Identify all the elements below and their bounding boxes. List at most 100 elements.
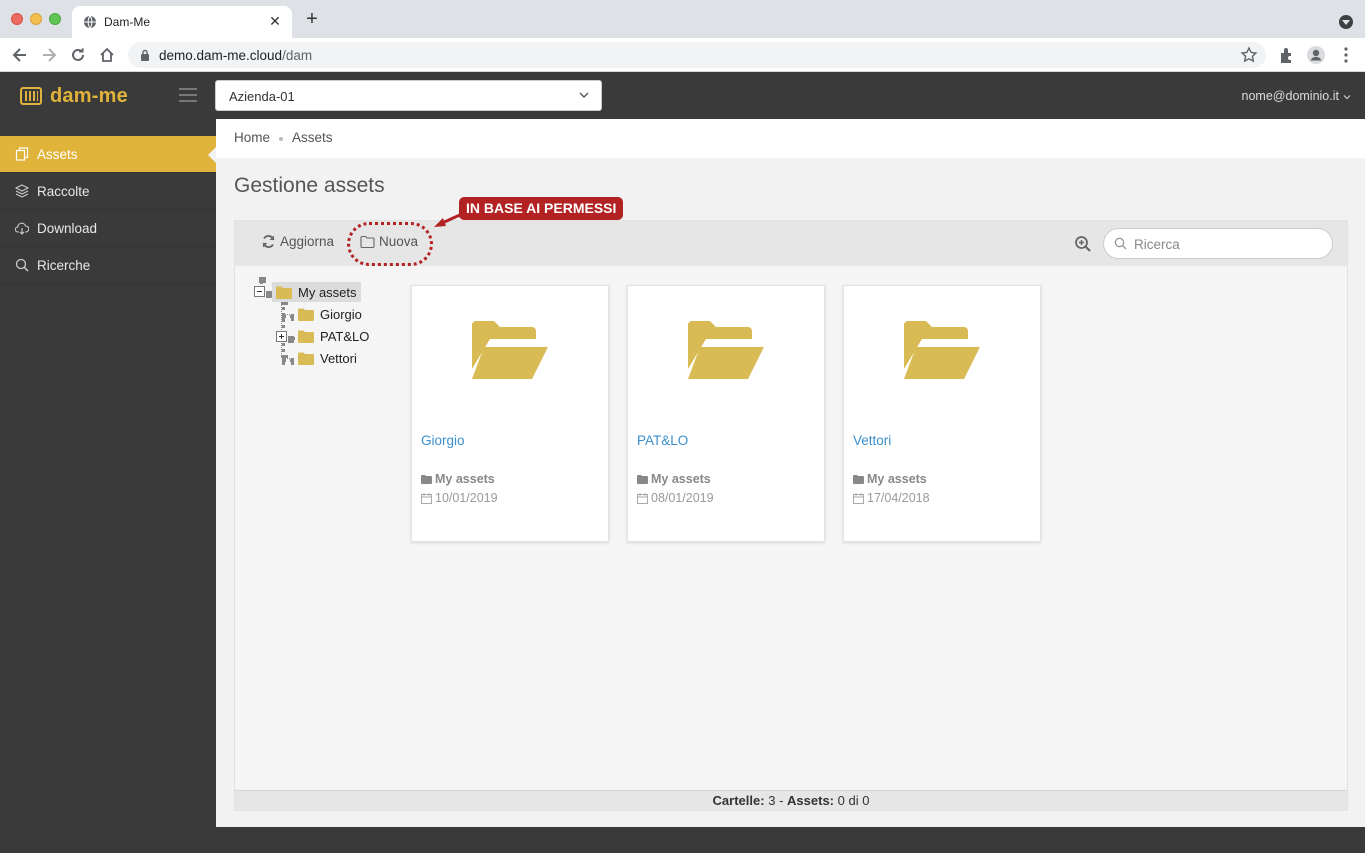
sidebar-item-ricerche[interactable]: Ricerche xyxy=(0,247,216,284)
home-icon[interactable] xyxy=(97,45,117,65)
calendar-icon xyxy=(421,492,432,504)
tree-connector xyxy=(259,277,263,283)
refresh-button[interactable]: Aggiorna xyxy=(261,234,334,249)
browser-toolbar: demo.dam-me.cloud/dam xyxy=(0,38,1365,72)
bookmark-star-icon[interactable] xyxy=(1240,46,1258,64)
zoom-in-icon[interactable] xyxy=(1074,235,1092,253)
page-bottom-strip xyxy=(216,827,1365,853)
refresh-label: Aggiorna xyxy=(280,234,335,249)
folder-card-name[interactable]: Giorgio xyxy=(421,433,465,448)
folder-card-date: 08/01/2019 xyxy=(637,491,714,505)
folder-small-icon xyxy=(637,474,648,484)
layers-icon xyxy=(15,184,29,198)
forward-icon[interactable] xyxy=(39,45,59,65)
copy-icon xyxy=(15,147,29,161)
annotation-arrow-icon xyxy=(434,212,463,227)
folder-card[interactable]: PAT&LO My assets 08/01/2019 xyxy=(627,285,825,542)
company-select-value: Azienda-01 xyxy=(229,89,295,104)
sidebar-item-raccolte[interactable]: Raccolte xyxy=(0,173,216,210)
browser-tab-bar: Dam-Me ✕ + xyxy=(0,0,1365,38)
window-zoom-button[interactable] xyxy=(49,13,61,25)
folder-card[interactable]: Vettori My assets 17/04/2018 xyxy=(843,285,1041,542)
refresh-icon xyxy=(262,235,275,248)
search-icon xyxy=(15,258,29,272)
status-separator: - xyxy=(779,793,784,808)
folders-label: Cartelle: xyxy=(712,793,765,808)
folder-small-icon xyxy=(421,474,432,484)
dam-me-logo-icon xyxy=(20,87,42,105)
folder-small-icon xyxy=(853,474,864,484)
breadcrumb-assets: Assets xyxy=(292,130,333,145)
app-header: dam-me Azienda-01 nome@dominio.it xyxy=(0,72,1365,119)
tree-collapse-toggle[interactable] xyxy=(254,286,265,297)
chevron-down-icon xyxy=(579,92,589,98)
folder-tree: My assets Giorgio PAT&LO Vettori xyxy=(252,277,392,381)
sidebar-item-label: Ricerche xyxy=(37,258,91,273)
page-title: Gestione assets xyxy=(234,174,385,197)
folder-card[interactable]: Giorgio My assets 10/01/2019 xyxy=(411,285,609,542)
tab-title: Dam-Me xyxy=(104,15,151,29)
folder-icon xyxy=(298,308,314,321)
calendar-icon xyxy=(637,492,648,504)
reload-icon[interactable] xyxy=(68,45,88,65)
assets-label: Assets: xyxy=(787,793,834,808)
search-icon xyxy=(1114,237,1127,250)
sidebar-item-assets[interactable]: Assets xyxy=(0,136,216,173)
tree-node-label: My assets xyxy=(298,284,357,300)
tree-node-label: PAT&LO xyxy=(320,328,370,344)
folder-card-name[interactable]: Vettori xyxy=(853,433,891,448)
permissions-annotation: IN BASE AI PERMESSI xyxy=(459,197,624,220)
folder-open-icon xyxy=(472,321,548,379)
app-logo[interactable]: dam-me xyxy=(20,85,128,107)
tree-node-vettori[interactable]: Vettori xyxy=(294,348,361,368)
annotation-highlight-ring xyxy=(347,222,433,266)
status-bar: Cartelle: 3 - Assets: 0 di 0 xyxy=(235,790,1347,810)
folder-card-parent: My assets xyxy=(853,472,927,486)
tree-expand-toggle[interactable] xyxy=(276,331,287,342)
back-icon[interactable] xyxy=(10,45,30,65)
profile-icon[interactable] xyxy=(1306,45,1326,65)
assets-count: 0 di 0 xyxy=(837,793,870,808)
address-bar[interactable]: demo.dam-me.cloud/dam xyxy=(128,42,1266,68)
tree-node-label: Vettori xyxy=(320,350,357,366)
company-select[interactable]: Azienda-01 xyxy=(215,80,602,111)
folder-icon xyxy=(298,352,314,365)
window-minimize-button[interactable] xyxy=(30,13,42,25)
new-tab-button[interactable]: + xyxy=(302,9,322,30)
user-menu[interactable]: nome@dominio.it xyxy=(1242,89,1339,103)
sidebar-item-label: Assets xyxy=(37,147,78,162)
search-input[interactable] xyxy=(1134,235,1314,253)
more-menu-icon[interactable] xyxy=(1336,45,1356,65)
folder-card-parent: My assets xyxy=(421,472,495,486)
tree-node-label: Giorgio xyxy=(320,306,362,322)
browser-tab[interactable]: Dam-Me ✕ xyxy=(72,6,292,38)
tree-node-giorgio[interactable]: Giorgio xyxy=(294,304,366,324)
search-box[interactable] xyxy=(1103,228,1333,259)
folder-card-date: 17/04/2018 xyxy=(853,491,930,505)
sidebar: Assets Raccolte Download Ricerche xyxy=(0,119,216,853)
logo-text: dam-me xyxy=(50,84,128,107)
tab-close-icon[interactable]: ✕ xyxy=(266,12,284,30)
folders-count: 3 xyxy=(768,793,776,808)
window-close-button[interactable] xyxy=(11,13,23,25)
tree-node-my-assets[interactable]: My assets xyxy=(272,282,361,302)
sidebar-item-download[interactable]: Download xyxy=(0,210,216,247)
folder-card-name[interactable]: PAT&LO xyxy=(637,433,688,448)
folder-card-date: 10/01/2019 xyxy=(421,491,498,505)
tree-node-patlo[interactable]: PAT&LO xyxy=(294,326,373,346)
folder-open-icon xyxy=(904,321,980,379)
tree-connector xyxy=(282,358,294,362)
menu-toggle-icon[interactable] xyxy=(179,88,197,102)
main-content: Home Assets Gestione assets Aggiorna Nuo… xyxy=(216,119,1365,827)
tab-search-icon[interactable] xyxy=(1339,15,1353,29)
user-chevron-down-icon[interactable] xyxy=(1343,93,1351,101)
tree-connector xyxy=(282,314,294,318)
folder-card-parent: My assets xyxy=(637,472,711,486)
url-text: demo.dam-me.cloud/dam xyxy=(159,48,313,63)
extensions-icon[interactable] xyxy=(1277,45,1297,65)
globe-icon xyxy=(84,15,96,29)
folder-icon xyxy=(276,286,292,299)
breadcrumb-home[interactable]: Home xyxy=(234,130,270,145)
sidebar-item-label: Raccolte xyxy=(37,184,90,199)
folder-open-icon xyxy=(688,321,764,379)
